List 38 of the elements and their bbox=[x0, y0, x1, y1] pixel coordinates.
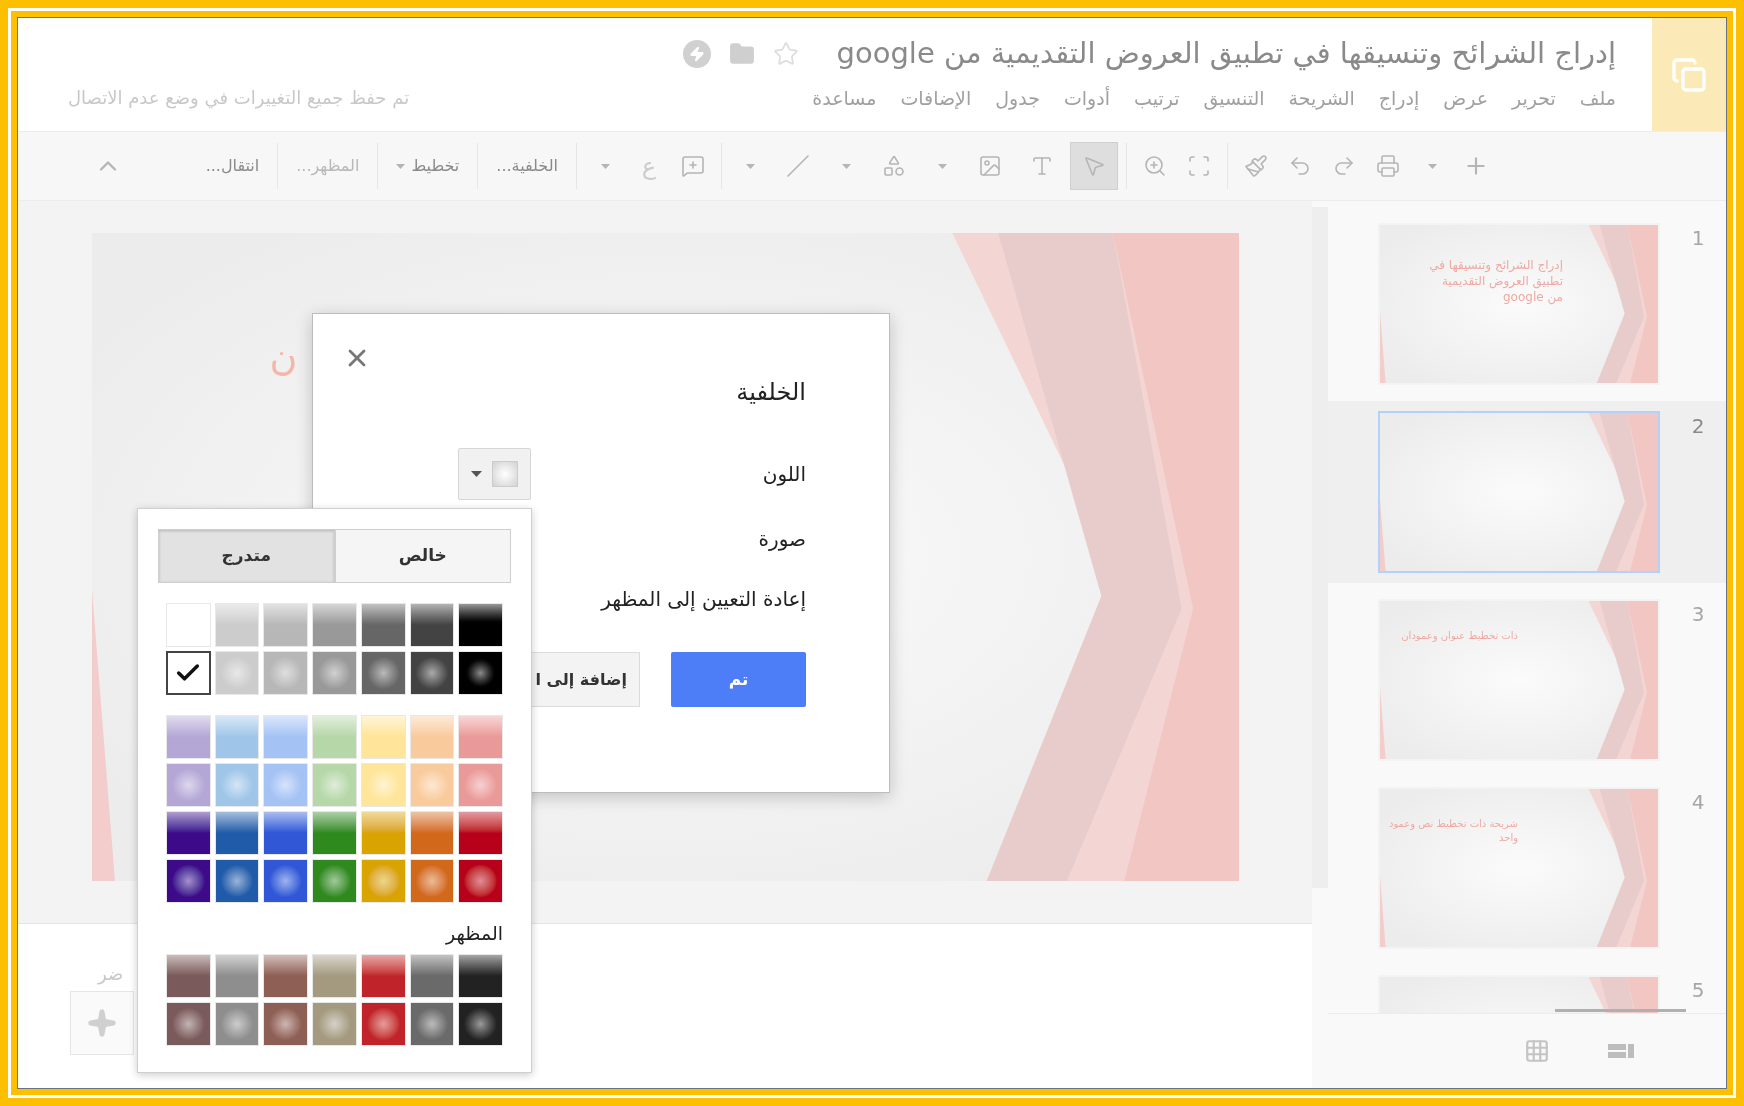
menu-item[interactable]: تحرير bbox=[1512, 83, 1556, 112]
slide-number: 1 bbox=[1690, 225, 1706, 252]
thumbnail-title: ذات تخطيط عنوان وعمودان bbox=[1400, 629, 1518, 643]
section-label: المظهر bbox=[446, 921, 503, 947]
menu-item[interactable]: ملف bbox=[1579, 83, 1616, 112]
menu-item[interactable]: جدول bbox=[995, 83, 1040, 112]
slide-number: 4 bbox=[1690, 789, 1706, 816]
filmstrip-slide[interactable]: 2 bbox=[1328, 401, 1726, 583]
menu-item[interactable]: مساعدة bbox=[812, 83, 877, 112]
slide-number: 3 bbox=[1690, 601, 1706, 628]
toolbar-text-button[interactable]: تخطيط bbox=[386, 146, 470, 186]
done-button[interactable]: تم bbox=[671, 652, 806, 707]
menu-item[interactable]: إدراج bbox=[1378, 83, 1420, 112]
document-title[interactable]: إدراج الشرائح وتنسيقها في تطبيق العروض التقديمية من google bbox=[836, 32, 1616, 76]
filmstrip-slide[interactable]: 5 bbox=[1328, 965, 1726, 1013]
toolbar-text-button[interactable]: الخلفية... bbox=[486, 146, 568, 186]
slide-thumbnail[interactable]: شريحة ذات تخطيط نص وعمود واحد bbox=[1378, 787, 1660, 949]
slide-number: 2 bbox=[1690, 413, 1706, 440]
thumbnail-title: شريحة ذات تخطيط نص وعمود واحد bbox=[1388, 817, 1518, 844]
picker-tab[interactable]: متدرج bbox=[158, 529, 335, 583]
add-to-theme-button[interactable]: إضافة إلى ا bbox=[532, 652, 640, 707]
slide-number: 5 bbox=[1690, 977, 1706, 1004]
image-option[interactable]: صورة bbox=[758, 524, 806, 554]
slide-title-text[interactable]: ن bbox=[269, 329, 298, 386]
picker-tab[interactable]: خالص bbox=[334, 529, 511, 583]
menu-item[interactable]: الشريحة bbox=[1288, 83, 1355, 112]
menu-item[interactable]: الإضافات bbox=[900, 83, 972, 112]
thumbnail-title: إدراج الشرائح وتنسيقها في تطبيق العروض التقديمية من google bbox=[1428, 257, 1563, 306]
color-label: اللون bbox=[762, 461, 806, 488]
menu-item[interactable]: التنسيق bbox=[1203, 83, 1265, 112]
dialog-title: الخلفية bbox=[736, 377, 806, 408]
slide-thumbnail[interactable]: إدراج الشرائح وتنسيقها في تطبيق العروض التقديمية من google bbox=[1378, 223, 1660, 385]
menu-item[interactable]: أدوات bbox=[1063, 83, 1110, 112]
slide-thumbnail[interactable]: ذات تخطيط عنوان وعمودان bbox=[1378, 599, 1660, 761]
menu-item[interactable]: ترتيب bbox=[1134, 83, 1180, 112]
toolbar-text-button[interactable]: انتقال... bbox=[195, 146, 270, 186]
reset-to-theme-option[interactable]: إعادة التعيين إلى المظهر bbox=[601, 584, 806, 614]
menu-item[interactable]: عرض bbox=[1443, 83, 1489, 112]
